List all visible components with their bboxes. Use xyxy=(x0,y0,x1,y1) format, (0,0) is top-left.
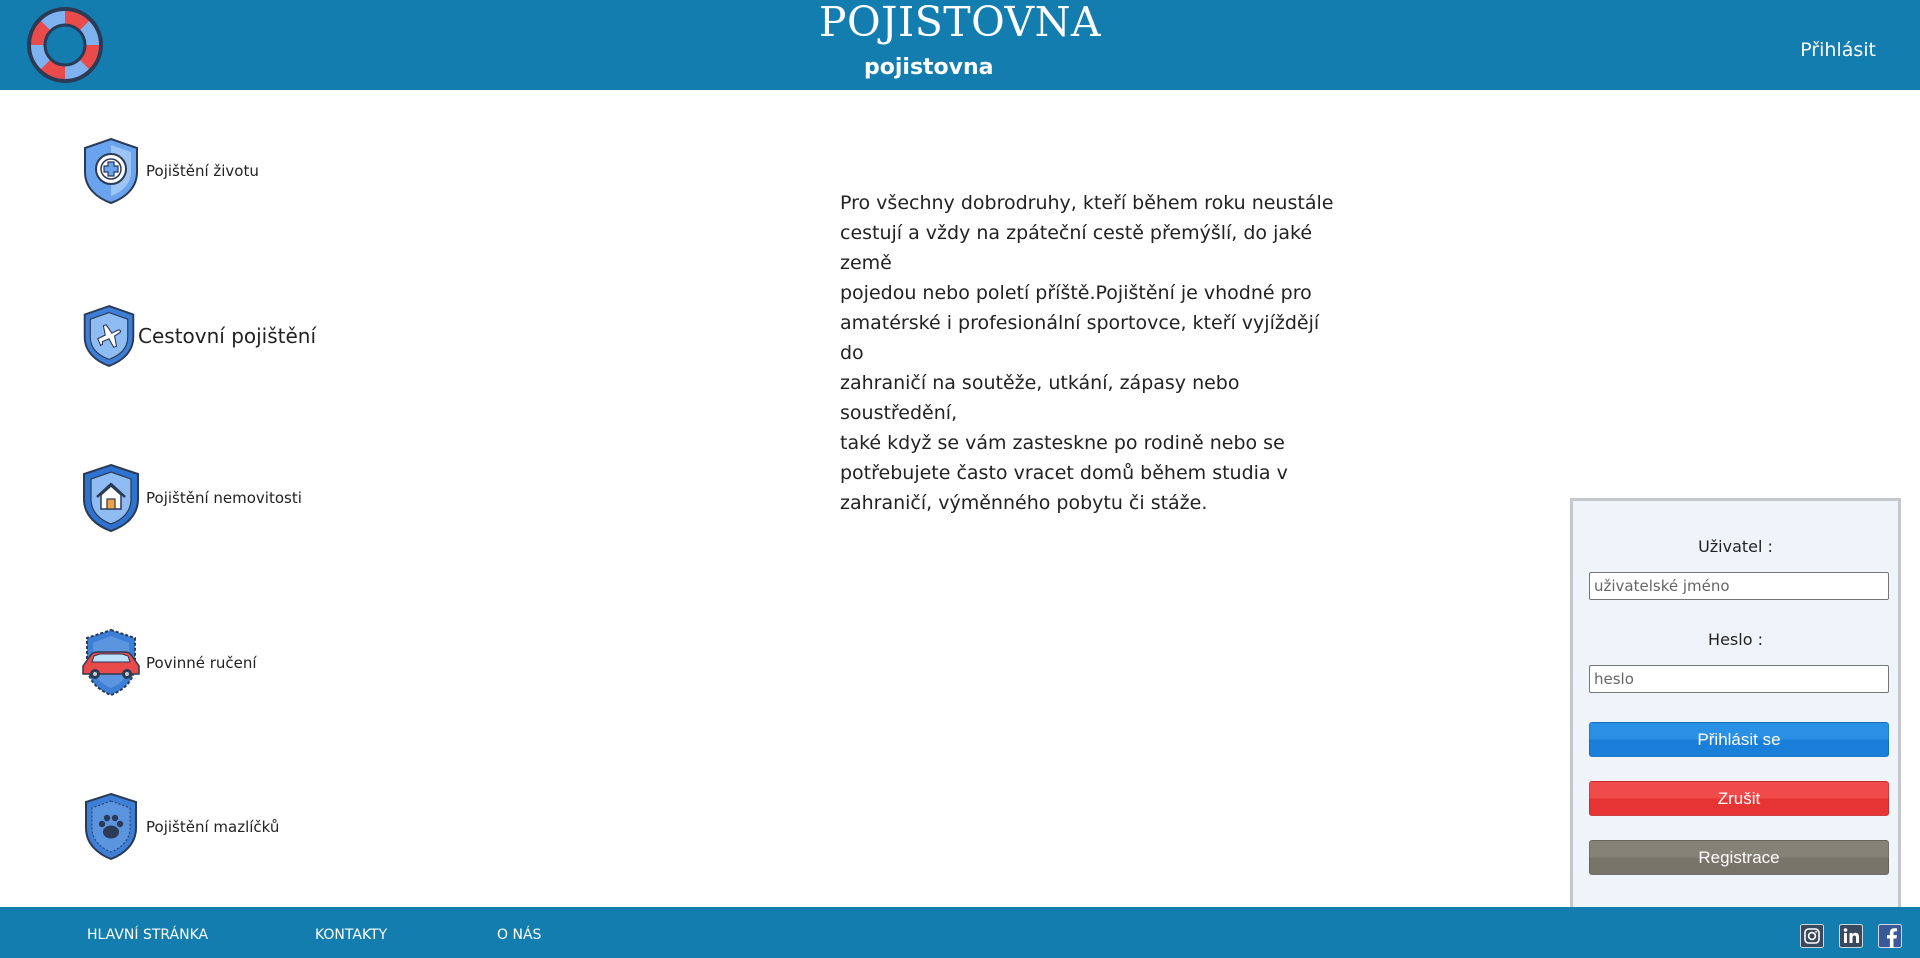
username-input[interactable] xyxy=(1589,572,1889,600)
shield-medical-icon xyxy=(84,137,138,205)
description-line: cestují a vždy na zpáteční cestě přemýšl… xyxy=(840,222,1313,274)
menu-item-label: Pojištění nemovitosti xyxy=(146,489,302,507)
description-line: amatérské i profesionální sportovce, kte… xyxy=(840,312,1320,364)
shield-house-icon xyxy=(83,463,139,533)
description-line: Pro všechny dobrodruhy, kteří během roku… xyxy=(840,192,1334,214)
menu-item-label: Pojištění mazlíčků xyxy=(146,818,280,836)
password-label: Heslo : xyxy=(1708,630,1763,649)
description-line: potřebujete často vracet domů během stud… xyxy=(840,462,1288,484)
menu-item-property-insurance[interactable]: Pojištění nemovitosti xyxy=(80,463,302,533)
username-label: Uživatel : xyxy=(1698,537,1773,556)
menu-item-label: Pojištění životu xyxy=(146,162,259,180)
description-line: zahraničí na soutěže, utkání, zápasy neb… xyxy=(840,372,1240,424)
menu-item-life-insurance[interactable]: Pojištění životu xyxy=(80,136,259,206)
register-button[interactable]: Registrace xyxy=(1589,840,1889,875)
description-line: pojedou nebo poletí příště.Pojištění je … xyxy=(840,282,1312,304)
footer-link-about[interactable]: O NÁS xyxy=(497,927,541,943)
insurance-description: Pro všechny dobrodruhy, kteří během roku… xyxy=(840,188,1340,518)
instagram-icon[interactable] xyxy=(1800,924,1824,948)
footer: HLAVNÍ STRÁNKA KONTAKTY O NÁS xyxy=(0,907,1920,958)
footer-link-contacts[interactable]: KONTAKTY xyxy=(315,927,387,943)
menu-item-travel-insurance[interactable]: Cestovní pojištění xyxy=(80,301,316,371)
login-panel: Uživatel : Heslo : Přihlásit se Zrušit R… xyxy=(1570,498,1901,908)
footer-link-home[interactable]: HLAVNÍ STRÁNKA xyxy=(87,927,208,943)
shield-airplane-icon xyxy=(83,305,135,367)
login-link[interactable]: Přihlásit xyxy=(1800,39,1876,61)
description-line: také když se vám zasteskne po rodině neb… xyxy=(840,432,1285,454)
menu-item-liability-insurance[interactable]: Povinné ručení xyxy=(80,628,257,698)
site-subtitle: pojistovna xyxy=(864,55,994,80)
shield-car-icon xyxy=(82,628,140,697)
shield-paw-icon xyxy=(85,792,137,861)
facebook-icon[interactable] xyxy=(1878,924,1902,948)
menu-item-label: Cestovní pojištění xyxy=(138,324,317,348)
header: POJISTOVNA pojistovna Přihlásit xyxy=(0,0,1920,90)
menu-item-pet-insurance[interactable]: Pojištění mazlíčků xyxy=(80,792,279,862)
menu-item-label: Povinné ručení xyxy=(146,654,257,672)
linkedin-icon[interactable] xyxy=(1839,924,1863,948)
login-button[interactable]: Přihlásit se xyxy=(1589,722,1889,757)
site-title: POJISTOVNA xyxy=(818,0,1102,46)
password-input[interactable] xyxy=(1589,665,1889,693)
description-line: zahraničí, výměnného pobytu či stáže. xyxy=(840,492,1208,514)
cancel-button[interactable]: Zrušit xyxy=(1589,781,1889,816)
